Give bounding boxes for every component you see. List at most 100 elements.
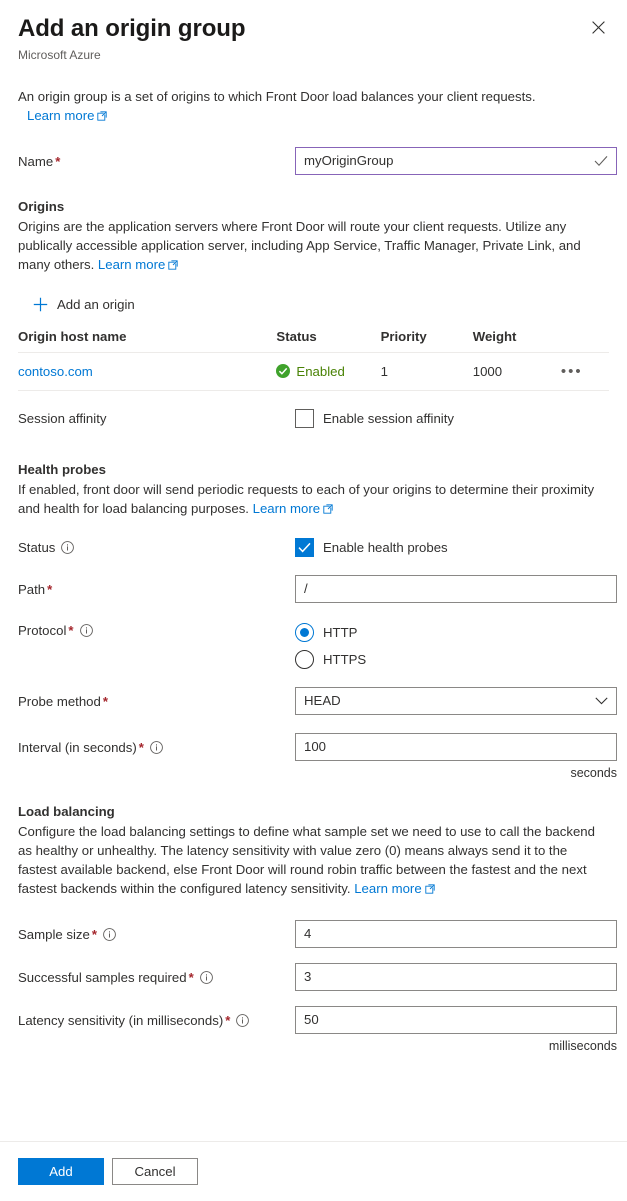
protocol-option-http[interactable]: HTTP: [295, 622, 609, 642]
probe-method-value: HEAD: [304, 692, 341, 708]
protocol-option-http-label[interactable]: HTTP: [323, 625, 357, 640]
name-required-asterisk: *: [55, 154, 61, 169]
column-header-status[interactable]: Status: [276, 328, 381, 353]
origins-section: Origins Origins are the application serv…: [18, 197, 609, 274]
probe-method-row: Probe method * HEAD: [18, 686, 617, 715]
health-probes-learn-more-link[interactable]: Learn more: [253, 501, 320, 516]
intro-learn-more-wrap: Learn more: [18, 106, 609, 125]
name-row: Name * myOriginGroup: [18, 147, 617, 175]
protocol-option-https-label[interactable]: HTTPS: [323, 652, 366, 667]
protocol-control: HTTP HTTPS: [295, 621, 609, 669]
probe-method-select[interactable]: HEAD: [295, 686, 617, 715]
latency-sensitivity-required-asterisk: *: [225, 1012, 231, 1028]
successful-samples-input[interactable]: 3: [295, 962, 617, 991]
path-label: Path *: [18, 575, 295, 599]
health-probe-status-label: Status: [18, 538, 295, 557]
probe-method-label: Probe method *: [18, 687, 295, 711]
probe-method-label-text: Probe method: [18, 693, 101, 709]
load-balancing-title: Load balancing: [18, 803, 115, 819]
enable-session-affinity-row[interactable]: Enable session affinity: [295, 408, 609, 428]
intro-text: An origin group is a set of origins to w…: [18, 89, 536, 104]
origin-host-link[interactable]: contoso.com: [18, 364, 93, 379]
successful-samples-control: 3: [295, 962, 617, 991]
column-header-origin-host-name[interactable]: Origin host name: [18, 328, 277, 353]
origins-learn-more-link[interactable]: Learn more: [98, 257, 165, 272]
ellipsis-icon[interactable]: •••: [561, 364, 583, 379]
load-balancing-section: Load balancing Configure the load balanc…: [18, 802, 609, 898]
health-probe-status-control: Enable health probes: [295, 537, 609, 557]
add-an-origin-button[interactable]: Add an origin: [32, 296, 135, 312]
protocol-radio-group: HTTP HTTPS: [295, 621, 609, 669]
blade-scroll-area[interactable]: Add an origin group Microsoft Azure An o…: [0, 0, 627, 1141]
sample-size-input[interactable]: 4: [295, 919, 617, 948]
add-an-origin-label: Add an origin: [57, 296, 135, 312]
sample-size-label: Sample size *: [18, 920, 295, 944]
sample-size-control: 4: [295, 919, 617, 948]
load-balancing-learn-more-link[interactable]: Learn more: [354, 881, 421, 896]
info-icon[interactable]: [150, 740, 163, 754]
interval-required-asterisk: *: [138, 739, 144, 755]
page-title: Add an origin group: [18, 15, 246, 42]
session-affinity-control: Enable session affinity: [295, 408, 609, 428]
chevron-down-icon: [595, 697, 608, 705]
cell-origin-host-name: contoso.com: [18, 352, 277, 391]
path-label-text: Path: [18, 581, 46, 597]
interval-unit-label: seconds: [570, 765, 617, 780]
add-origin-group-blade: Add an origin group Microsoft Azure An o…: [0, 0, 627, 1201]
page-subtitle: Microsoft Azure: [18, 48, 101, 62]
session-affinity-row: Session affinity Enable session affinity: [18, 408, 609, 428]
latency-sensitivity-input[interactable]: 50: [295, 1005, 617, 1034]
cell-row-menu: •••: [560, 352, 609, 391]
info-icon[interactable]: [199, 970, 213, 984]
enable-health-probes-row[interactable]: Enable health probes: [295, 537, 609, 557]
external-link-icon: [425, 883, 435, 894]
enable-health-probes-label[interactable]: Enable health probes: [323, 540, 448, 555]
load-balancing-description-block: Configure the load balancing settings to…: [18, 822, 609, 898]
radio-https[interactable]: [295, 649, 314, 669]
cell-priority: 1: [380, 352, 473, 391]
protocol-label-text: Protocol: [18, 622, 67, 638]
radio-http[interactable]: [295, 622, 314, 642]
interval-label-text: Interval (in seconds): [18, 739, 137, 755]
successful-samples-input-value: 3: [304, 968, 312, 984]
column-header-weight[interactable]: Weight: [472, 328, 561, 353]
enable-session-affinity-label[interactable]: Enable session affinity: [323, 411, 454, 426]
status-text: Enabled: [296, 363, 345, 379]
sample-size-row: Sample size * 4: [18, 919, 617, 948]
name-input-value: myOriginGroup: [304, 153, 394, 168]
info-icon[interactable]: [236, 1013, 250, 1027]
intro-text-block: An origin group is a set of origins to w…: [18, 87, 609, 125]
name-input[interactable]: myOriginGroup: [295, 147, 617, 175]
probe-method-control: HEAD: [295, 686, 617, 715]
origins-title: Origins: [18, 199, 65, 214]
protocol-label: Protocol *: [18, 621, 295, 640]
load-balancing-description: Configure the load balancing settings to…: [18, 823, 595, 896]
interval-label: Interval (in seconds) *: [18, 733, 295, 757]
blade-footer: Add Cancel: [0, 1141, 627, 1201]
close-button[interactable]: [583, 12, 613, 42]
add-button[interactable]: Add: [18, 1158, 104, 1185]
info-icon[interactable]: [61, 540, 75, 554]
interval-input-value: 100: [304, 738, 327, 754]
path-input[interactable]: /: [295, 574, 617, 603]
column-header-priority[interactable]: Priority: [380, 328, 473, 353]
path-control: /: [295, 574, 617, 603]
latency-sensitivity-row: Latency sensitivity (in milliseconds) * 5…: [18, 1005, 617, 1053]
table-row[interactable]: contoso.com Enabled 1 1000 •••: [18, 352, 609, 391]
path-required-asterisk: *: [47, 581, 53, 597]
protocol-option-https[interactable]: HTTPS: [295, 649, 609, 669]
latency-sensitivity-label-text: Latency sensitivity (in milliseconds): [18, 1012, 224, 1028]
protocol-row: Protocol * HTTP HTTPS: [18, 621, 609, 669]
enable-health-probes-checkbox[interactable]: [295, 537, 314, 557]
cell-status: Enabled: [276, 352, 381, 391]
info-icon[interactable]: [79, 623, 93, 637]
interval-input[interactable]: 100: [295, 732, 617, 761]
successful-samples-label-text: Successful samples required: [18, 969, 187, 985]
latency-sensitivity-input-value: 50: [304, 1011, 319, 1027]
info-icon[interactable]: [103, 927, 116, 941]
enable-session-affinity-checkbox[interactable]: [295, 408, 314, 428]
latency-sensitivity-control: 50 milliseconds: [295, 1005, 617, 1053]
column-header-actions: [560, 328, 609, 353]
cancel-button[interactable]: Cancel: [112, 1158, 198, 1185]
intro-learn-more-link[interactable]: Learn more: [27, 108, 94, 123]
